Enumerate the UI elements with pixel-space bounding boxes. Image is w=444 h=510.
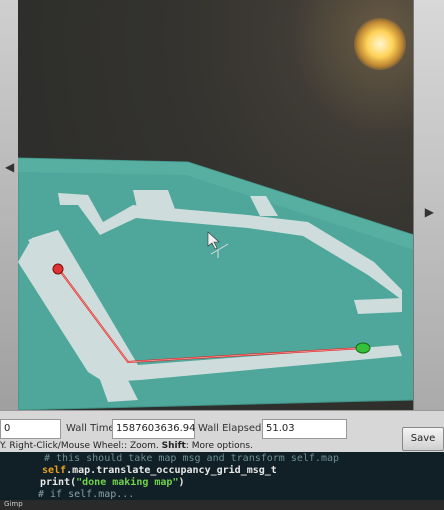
print-string: "done making map" (76, 477, 179, 488)
wall-time-field[interactable]: 1587603636.94 (112, 419, 196, 439)
hint-text-b: : More options. (185, 441, 253, 451)
code-line-2-rest: .map.translate_occupancy_grid_msg_t (66, 465, 277, 476)
chevron-right-icon[interactable]: ▶ (425, 205, 434, 219)
code-line-1: # this should take map msg and transform… (44, 453, 340, 464)
rviz-3d-viewport[interactable] (18, 0, 414, 440)
code-line-3: print("done making map") (40, 477, 185, 488)
right-panel-edge[interactable]: ▶ (413, 0, 444, 430)
print-close: ) (178, 477, 185, 488)
self-keyword: self (42, 465, 67, 476)
map-scene (18, 157, 414, 411)
wall-elapsed-field[interactable]: 51.03 (262, 419, 347, 439)
screen: ◀ ▶ 0 Wall Time: 1587603636.94 Wall Elap… (0, 0, 444, 510)
taskbar: Gimp (0, 500, 444, 510)
code-line-4: # if self.map... (38, 489, 135, 500)
wall-elapsed-label: Wall Elapsed: (198, 423, 265, 434)
mouse-help-text: Y. Right-Click/Mouse Wheel:: Zoom. Shift… (0, 441, 253, 451)
hint-shift: Shift (161, 441, 186, 451)
taskbar-app-label[interactable]: Gimp (4, 500, 23, 508)
print-call: print( (40, 477, 77, 488)
chevron-left-icon[interactable]: ◀ (5, 160, 14, 174)
time-panel: 0 Wall Time: 1587603636.94 Wall Elapsed:… (0, 410, 444, 453)
goal-marker-icon (355, 342, 371, 354)
ros-time-field[interactable]: 0 (0, 419, 61, 439)
save-button[interactable]: Save (402, 427, 444, 451)
left-panel-edge[interactable]: ◀ (0, 0, 19, 440)
code-line-2: self.map.translate_occupancy_grid_msg_t (42, 465, 277, 476)
start-marker-icon (52, 263, 64, 275)
wall-time-label: Wall Time: (66, 423, 118, 434)
hint-text-a: Y. Right-Click/Mouse Wheel:: Zoom. (0, 441, 162, 451)
